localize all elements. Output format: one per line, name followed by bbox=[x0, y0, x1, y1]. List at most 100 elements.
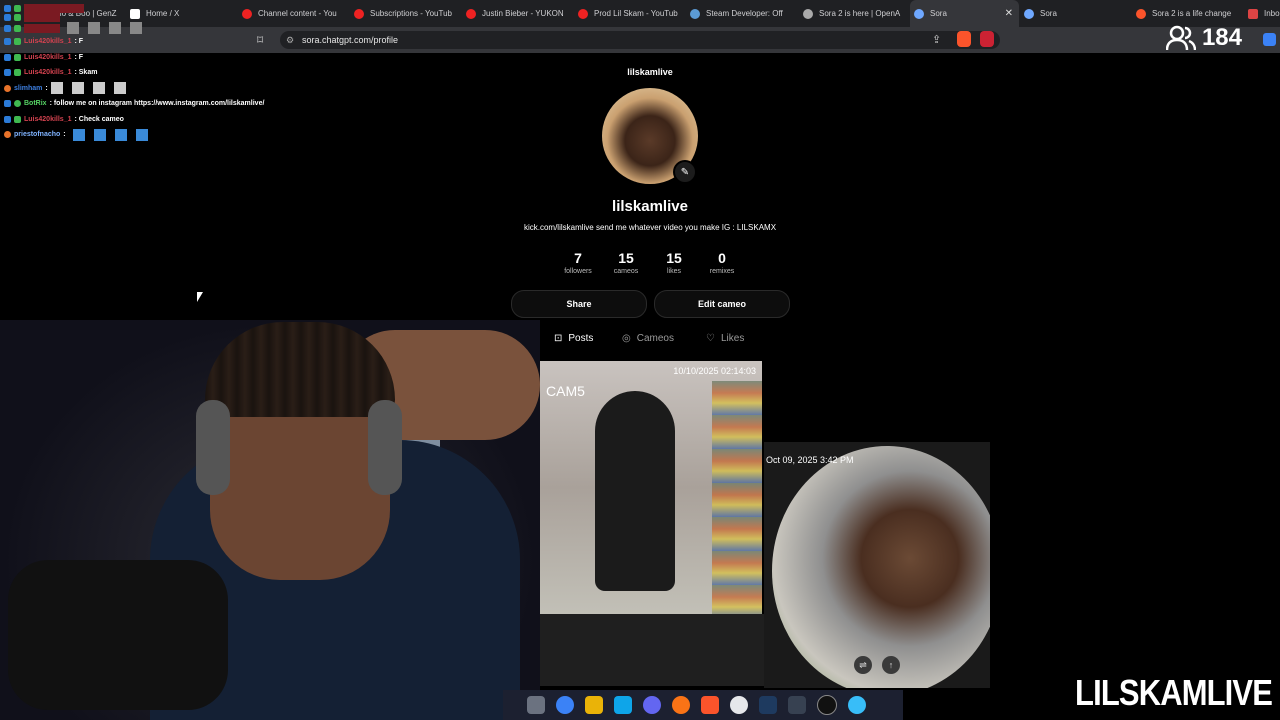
emote-icon bbox=[130, 22, 142, 34]
bot-badge-icon bbox=[14, 100, 21, 108]
brave-icon[interactable] bbox=[701, 696, 719, 714]
url-text: sora.chatgpt.com/profile bbox=[302, 35, 399, 45]
tab-subscriptions[interactable]: Subscriptions - YouTub bbox=[354, 0, 454, 27]
chat-text: : bbox=[63, 131, 66, 138]
chat-username: priestofnacho bbox=[14, 131, 61, 138]
profile-name: lilskamlive bbox=[612, 198, 688, 215]
tab-cameos[interactable]: ◎ Cameos bbox=[622, 333, 674, 344]
viewer-counter: 184 bbox=[1165, 24, 1242, 52]
taskbar bbox=[503, 690, 903, 720]
settings-sliders-icon[interactable]: ⇌ bbox=[854, 656, 872, 674]
youtube-icon bbox=[354, 8, 364, 19]
cameos-icon: ◎ bbox=[622, 333, 631, 344]
edit-cameo-button[interactable]: Edit cameo bbox=[654, 290, 790, 318]
chat-message: Luis420kills_1 : F bbox=[4, 34, 304, 50]
tab-sora-life-change[interactable]: Sora 2 is a life change bbox=[1136, 0, 1236, 27]
youtube-icon bbox=[578, 8, 588, 19]
store-icon[interactable] bbox=[614, 696, 632, 714]
tab-steam-developer[interactable]: Steam Developer: Off bbox=[690, 0, 795, 27]
post-timestamp: 10/10/2025 02:14:03 bbox=[673, 366, 756, 376]
scroll-up-icon[interactable]: ↑ bbox=[882, 656, 900, 674]
obs-icon[interactable] bbox=[730, 696, 748, 714]
4k-app-icon[interactable] bbox=[817, 695, 837, 715]
chat-username: Luis420kills_1 bbox=[24, 38, 72, 45]
chat-message: BotRix : follow me on instagram https://… bbox=[4, 96, 304, 112]
moderator-badge-icon bbox=[14, 24, 21, 32]
chat-username: slimham bbox=[14, 84, 43, 92]
chat-username: Luis420kills_1 bbox=[24, 53, 72, 61]
file-explorer-icon[interactable] bbox=[585, 696, 603, 714]
stat-label: remixes bbox=[709, 268, 735, 275]
share-button[interactable]: Share bbox=[511, 290, 647, 318]
brave-shields-icon[interactable] bbox=[957, 31, 971, 47]
tab-prod-lil-skam[interactable]: Prod Lil Skam - YouTub bbox=[578, 0, 678, 27]
app-icon[interactable] bbox=[672, 696, 690, 714]
edit-avatar-icon[interactable]: ✎ bbox=[673, 160, 697, 184]
chat-text: : bbox=[45, 84, 48, 92]
headphone-left bbox=[196, 400, 230, 495]
steam-icon[interactable] bbox=[759, 696, 777, 714]
subscriber-badge-icon bbox=[4, 38, 11, 46]
tab-sora-openai[interactable]: Sora 2 is here | OpenA bbox=[803, 0, 903, 27]
chat-text: : F bbox=[74, 53, 84, 61]
emote-icon bbox=[88, 22, 100, 34]
share-page-icon[interactable]: ⇪ bbox=[932, 33, 941, 46]
post-thumbnail[interactable]: CAM5 10/10/2025 02:14:03 bbox=[537, 361, 762, 614]
posts-icon: ⊡ bbox=[554, 333, 563, 344]
keyboard-icon[interactable] bbox=[788, 696, 806, 714]
chat-message bbox=[4, 4, 304, 13]
cam-label: CAM5 bbox=[546, 383, 585, 399]
fire-badge-icon bbox=[4, 84, 11, 92]
emote-icon bbox=[135, 128, 148, 141]
doorbell-cam-view bbox=[772, 446, 990, 688]
copilot-icon[interactable] bbox=[556, 696, 574, 714]
openai-icon bbox=[803, 8, 813, 19]
chat-message bbox=[4, 22, 304, 34]
tab-sora-active[interactable]: Sora ✕ bbox=[910, 0, 1019, 27]
heart-icon: ♡ bbox=[706, 333, 715, 344]
chat-message: Luis420kills_1 : Check cameo bbox=[4, 112, 304, 128]
stat-value: 0 bbox=[718, 250, 726, 266]
stat-remixes[interactable]: 0 remixes bbox=[692, 250, 752, 275]
tab-sora[interactable]: Sora bbox=[1024, 0, 1124, 27]
weather-icon[interactable] bbox=[527, 696, 545, 714]
post-thumbnail[interactable]: Oct 09, 2025 3:42 PM bbox=[764, 442, 990, 688]
profile-bio: kick.com/lilskamlive send me whatever vi… bbox=[523, 223, 777, 232]
emote-icon bbox=[113, 82, 126, 95]
blurred-username bbox=[24, 23, 60, 33]
close-tab-icon[interactable]: ✕ bbox=[1005, 8, 1013, 19]
subscriber-badge-icon bbox=[4, 5, 11, 12]
chat-text: : F bbox=[74, 38, 84, 45]
profile-extension-icon[interactable] bbox=[1263, 33, 1276, 46]
brave-rewards-icon[interactable] bbox=[980, 31, 994, 47]
steam-icon bbox=[690, 8, 700, 19]
moderator-badge-icon bbox=[14, 14, 21, 21]
browser-icon[interactable] bbox=[848, 696, 866, 714]
tab-posts[interactable]: ⊡ Posts bbox=[554, 333, 593, 344]
subscriber-badge-icon bbox=[4, 24, 11, 32]
emote-icon bbox=[71, 82, 84, 95]
viewer-count: 184 bbox=[1201, 24, 1242, 51]
tab-justin-bieber[interactable]: Justin Bieber - YUKON bbox=[466, 0, 566, 27]
post-timestamp: Oct 09, 2025 3:42 PM bbox=[766, 455, 854, 465]
chat-text: : Check cameo bbox=[74, 115, 124, 123]
microphone bbox=[8, 560, 228, 710]
chat-username: BotRix bbox=[24, 100, 47, 107]
emote-icon bbox=[67, 22, 79, 34]
tab-likes[interactable]: ♡ Likes bbox=[706, 333, 744, 344]
subscriber-badge-icon bbox=[4, 53, 11, 61]
gmail-icon bbox=[1248, 8, 1258, 19]
url-field[interactable]: ⚙ sora.chatgpt.com/profile bbox=[280, 31, 1000, 49]
blurred-username bbox=[24, 13, 60, 22]
subscriber-badge-icon bbox=[4, 100, 11, 108]
sora-icon bbox=[1024, 8, 1034, 19]
emote-icon bbox=[114, 128, 127, 141]
viewers-icon bbox=[1165, 25, 1196, 51]
chat-message: slimham : bbox=[4, 81, 304, 97]
tab-inbox[interactable]: Inbo bbox=[1248, 0, 1280, 27]
store-shelf bbox=[712, 381, 762, 614]
moderator-badge-icon bbox=[14, 5, 21, 12]
emote-icon bbox=[50, 82, 63, 95]
emote-icon bbox=[93, 128, 106, 141]
discord-icon[interactable] bbox=[643, 696, 661, 714]
